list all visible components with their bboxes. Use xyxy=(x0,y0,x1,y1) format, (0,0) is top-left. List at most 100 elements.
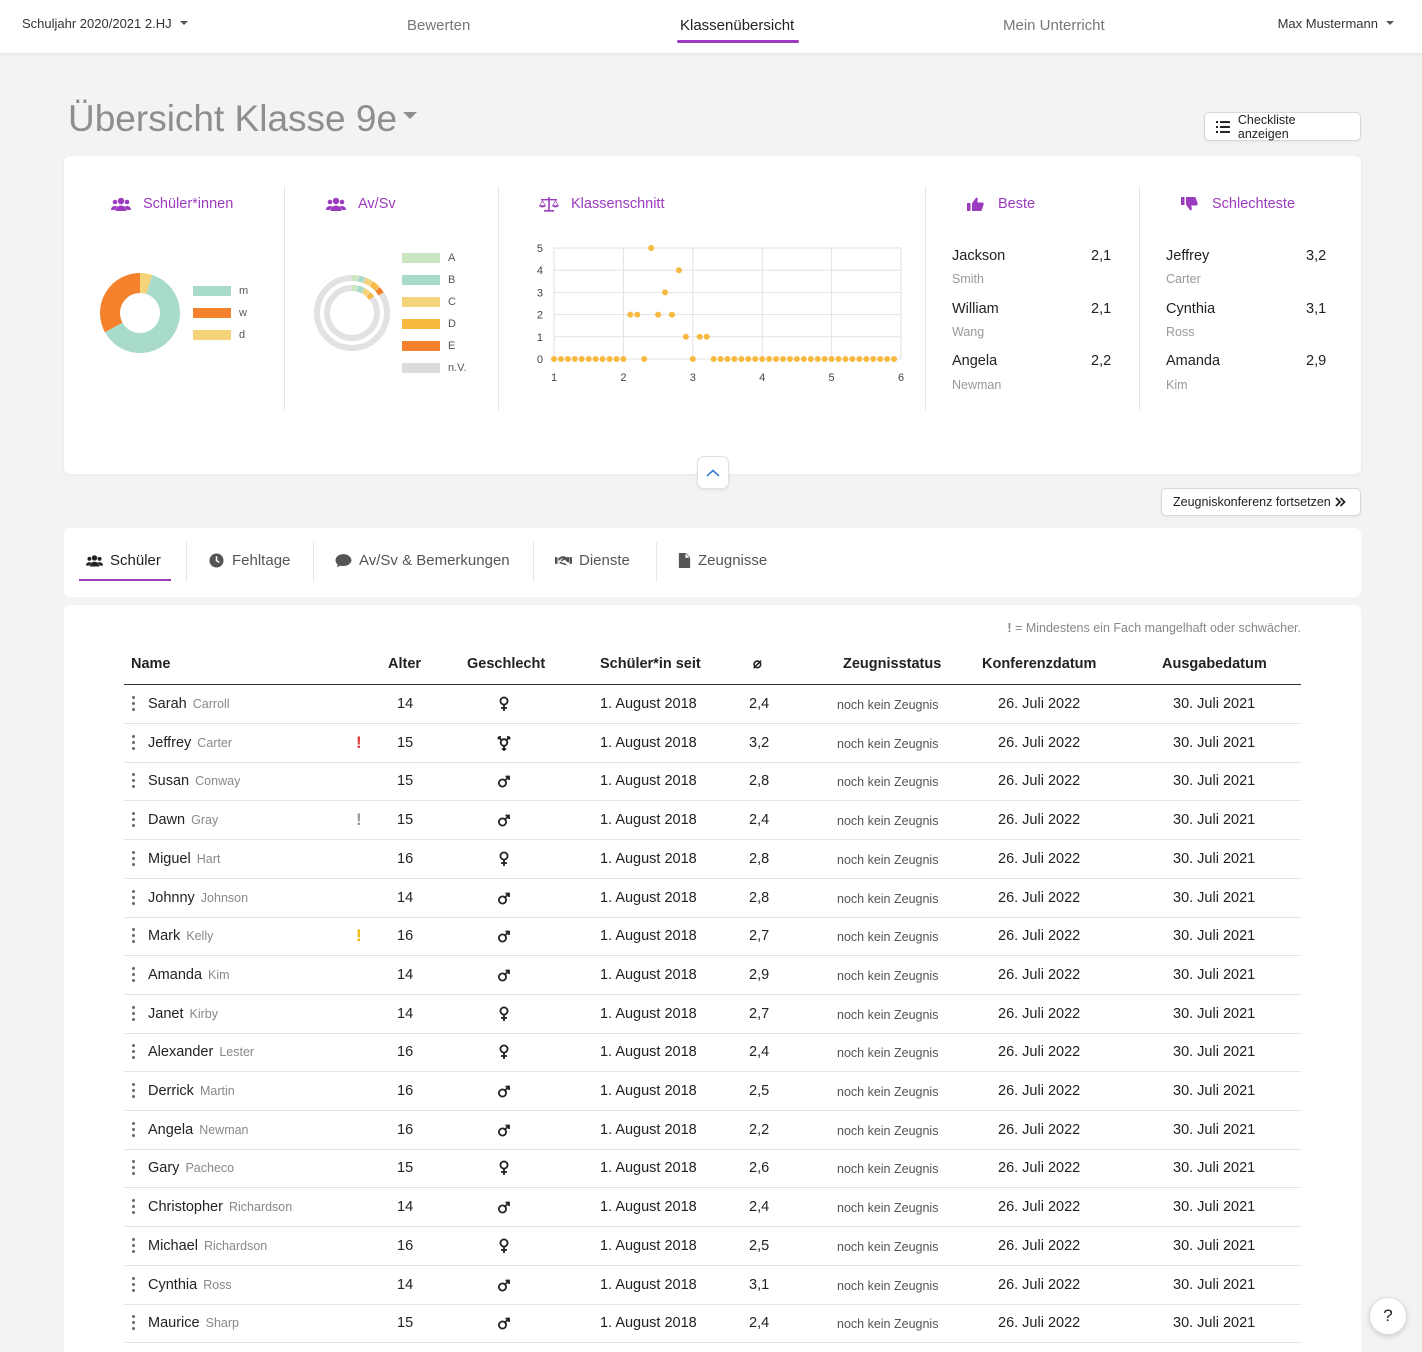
page-title[interactable]: Übersicht Klasse 9e xyxy=(68,98,418,140)
header-since[interactable]: Schüler*in seit xyxy=(600,656,701,672)
female-icon xyxy=(496,1159,512,1177)
student-name[interactable]: Cynthia Ross xyxy=(148,1277,232,1293)
show-checklist-button[interactable]: Checkliste anzeigen xyxy=(1204,112,1361,141)
data-point xyxy=(828,356,835,362)
tab-fehltage[interactable]: Fehltage xyxy=(208,552,290,569)
table-row[interactable]: Cynthia Ross 14 1. August 2018 3,1 noch kein… xyxy=(124,1266,1301,1305)
nav-tab-bewerten[interactable]: Bewerten xyxy=(407,17,470,34)
row-menu-icon[interactable] xyxy=(132,889,136,907)
row-menu-icon[interactable] xyxy=(132,1276,136,1294)
last-name: Richardson xyxy=(228,1200,293,1215)
legend-label: D xyxy=(448,318,456,330)
data-point xyxy=(821,356,828,362)
header-issue-date[interactable]: Ausgabedatum xyxy=(1162,656,1267,672)
report-status: noch kein Zeugnis xyxy=(837,698,939,712)
table-row[interactable]: Jeffrey Carter! 15 1. August 2018 3,2 noch k… xyxy=(124,724,1301,763)
table-row[interactable]: Angela Newman 16 1. August 2018 2,2 noch kei… xyxy=(124,1111,1301,1150)
header-report-status[interactable]: Zeugnisstatus xyxy=(843,656,941,672)
row-menu-icon[interactable] xyxy=(132,1121,136,1139)
table-row[interactable]: Gary Pacheco 15 1. August 2018 2,6 noch kein… xyxy=(124,1149,1301,1189)
table-row[interactable]: Christopher Richardson 14 1. August 2018 2,… xyxy=(124,1188,1301,1228)
users-icon xyxy=(326,197,346,211)
header-conference-date[interactable]: Konferenzdatum xyxy=(982,656,1096,672)
nav-tab-klassenuebersicht[interactable]: Klassenübersicht xyxy=(680,17,794,34)
row-menu-icon[interactable] xyxy=(132,1237,136,1255)
legend-swatch xyxy=(402,341,440,351)
table-row[interactable]: Janet Kirby 14 1. August 2018 2,7 noch kein … xyxy=(124,995,1301,1034)
legend-e: E xyxy=(402,340,455,352)
continue-conference-button[interactable]: Zeugniskonferenz fortsetzen xyxy=(1161,488,1361,516)
row-menu-icon[interactable] xyxy=(132,812,136,829)
row-menu-icon[interactable] xyxy=(132,734,136,752)
table-row[interactable]: Johnny Johnson 14 1. August 2018 2,8 noch ke… xyxy=(124,879,1301,918)
student-name[interactable]: Dawn Gray xyxy=(148,812,218,828)
table-row[interactable]: Sarah Carroll 14 1. August 2018 2,4 noch kei… xyxy=(124,685,1301,724)
table-row[interactable]: Alexander Lester 16 1. August 2018 2,4 noch … xyxy=(124,1033,1301,1073)
student-name[interactable]: Janet Kirby xyxy=(148,1006,218,1022)
table-row[interactable]: Miguel Hart 16 1. August 2018 2,8 noch kein … xyxy=(124,840,1301,879)
row-menu-icon[interactable] xyxy=(132,1005,136,1023)
row-menu-icon[interactable] xyxy=(132,1044,136,1061)
row-menu-icon[interactable] xyxy=(132,850,136,868)
header-average[interactable]: ⌀ xyxy=(753,656,762,672)
table-row[interactable]: Mark Kelly! 16 1. August 2018 2,7 noch kein … xyxy=(124,917,1301,957)
school-year-dropdown[interactable]: Schuljahr 2020/2021 2.HJ xyxy=(22,16,188,31)
worst-2-last: Ross xyxy=(1166,325,1195,339)
help-button[interactable]: ? xyxy=(1369,1297,1407,1335)
student-name[interactable]: Gary Pacheco xyxy=(148,1160,234,1176)
collapse-stats-button[interactable] xyxy=(697,456,729,489)
student-name[interactable]: Derrick Martin xyxy=(148,1083,235,1099)
best-3-value: 2,2 xyxy=(1091,353,1112,369)
tab-dienste[interactable]: Dienste xyxy=(555,552,630,569)
row-menu-icon[interactable] xyxy=(132,928,136,945)
tab-divider xyxy=(656,542,657,582)
first-name: Sarah xyxy=(148,696,187,712)
legend-d: d xyxy=(193,329,245,341)
warning-icon: ! xyxy=(356,810,362,830)
row-menu-icon[interactable] xyxy=(132,1315,136,1332)
table-row[interactable]: Dawn Gray! 15 1. August 2018 2,4 noch kein Z… xyxy=(124,801,1301,841)
student-name[interactable]: Susan Conway xyxy=(148,773,240,789)
tab-avsv-bemerkungen[interactable]: Av/Sv & Bemerkungen xyxy=(335,552,510,569)
row-menu-icon[interactable] xyxy=(132,966,136,984)
nav-tab-mein-unterricht[interactable]: Mein Unterricht xyxy=(1003,17,1105,34)
student-name[interactable]: Johnny Johnson xyxy=(148,890,248,906)
student-name[interactable]: Amanda Kim xyxy=(148,967,230,983)
table-row[interactable]: Amanda Kim 14 1. August 2018 2,9 noch kein Z… xyxy=(124,956,1301,995)
legend-a: A xyxy=(402,252,455,264)
transgender-icon xyxy=(496,734,512,752)
header-name[interactable]: Name xyxy=(131,656,171,672)
student-name[interactable]: Mark Kelly xyxy=(148,928,213,944)
handshake-icon xyxy=(555,556,572,566)
legend-label: B xyxy=(448,274,456,286)
table-row[interactable]: Maurice Sharp 15 1. August 2018 2,4 noch kei… xyxy=(124,1304,1301,1344)
tab-zeugnisse[interactable]: Zeugnisse xyxy=(678,552,767,569)
student-name[interactable]: Michael Richardson xyxy=(148,1238,267,1254)
student-since: 1. August 2018 xyxy=(600,734,697,751)
student-name[interactable]: Miguel Hart xyxy=(148,851,220,867)
user-menu[interactable]: Max Mustermann xyxy=(1278,16,1394,31)
row-menu-icon[interactable] xyxy=(132,1160,136,1177)
table-row[interactable]: Michael Richardson 16 1. August 2018 2,5 noc… xyxy=(124,1227,1301,1266)
student-name[interactable]: Sarah Carroll xyxy=(148,696,230,712)
student-name[interactable]: Maurice Sharp xyxy=(148,1315,239,1331)
row-menu-icon[interactable] xyxy=(132,1199,136,1216)
student-since: 1. August 2018 xyxy=(600,773,697,790)
conference-date: 26. Juli 2022 xyxy=(998,696,1081,712)
header-age[interactable]: Alter xyxy=(388,656,421,672)
data-point xyxy=(613,356,620,362)
male-icon xyxy=(496,1314,512,1332)
student-name[interactable]: Alexander Lester xyxy=(148,1044,254,1060)
student-name[interactable]: Angela Newman xyxy=(148,1122,249,1138)
student-name[interactable]: Christopher Richardson xyxy=(148,1199,292,1215)
row-menu-icon[interactable] xyxy=(132,773,136,790)
tab-schueler[interactable]: Schüler xyxy=(86,552,161,569)
report-status: noch kein Zeugnis xyxy=(837,736,939,751)
header-gender[interactable]: Geschlecht xyxy=(467,656,545,672)
row-menu-icon[interactable] xyxy=(132,696,136,713)
row-menu-icon[interactable] xyxy=(132,1083,136,1100)
student-name[interactable]: Jeffrey Carter xyxy=(148,735,232,751)
data-point xyxy=(786,356,793,362)
table-row[interactable]: Derrick Martin 16 1. August 2018 2,5 noch ke… xyxy=(124,1072,1301,1111)
table-row[interactable]: Susan Conway 15 1. August 2018 2,8 noch kein… xyxy=(124,762,1301,802)
